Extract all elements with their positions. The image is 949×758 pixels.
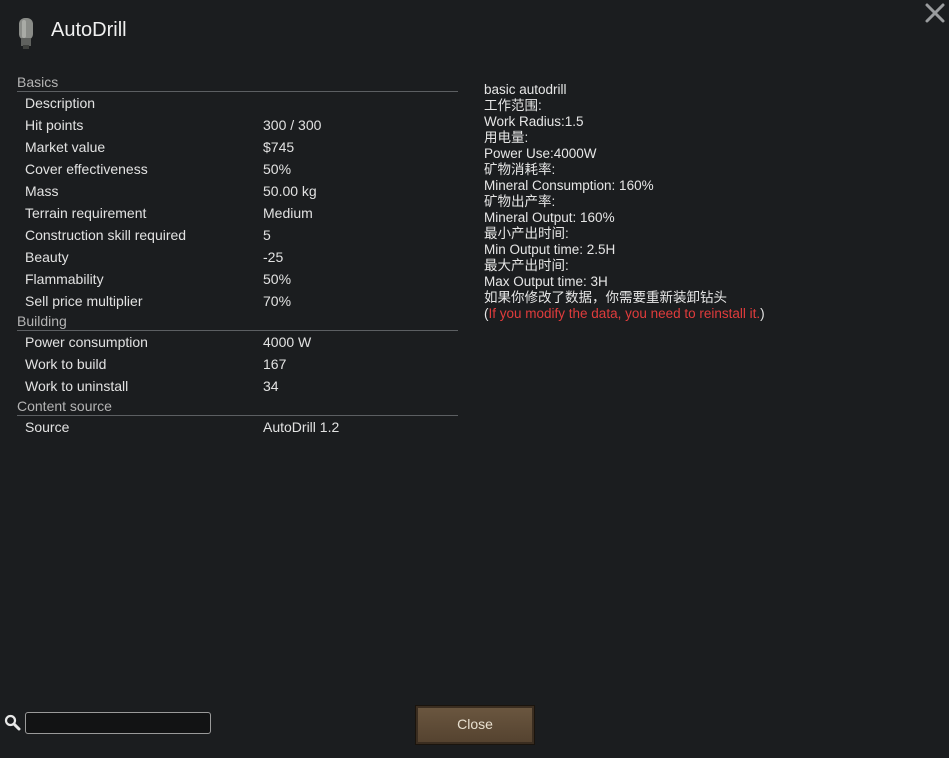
description-line: basic autodrill — [484, 82, 567, 97]
description-line: 如果你修改了数据，你需要重新装卸钻头 — [484, 290, 727, 305]
stat-label: Power consumption — [25, 334, 148, 350]
stat-row[interactable]: Mass 50.00 kg — [17, 180, 458, 202]
stat-value: 5 — [263, 227, 271, 243]
stat-label: Beauty — [25, 249, 69, 265]
stat-value: -25 — [263, 249, 284, 265]
stat-row[interactable]: Beauty -25 — [17, 246, 458, 268]
description-line: 工作范围: — [484, 98, 542, 113]
stat-row[interactable]: Work to build 167 — [17, 353, 458, 375]
description-line: 最大产出时间: — [484, 258, 569, 273]
search-input[interactable] — [25, 712, 211, 734]
stat-label: Flammability — [25, 271, 104, 287]
description-panel: basic autodrill 工作范围: Work Radius:1.5 用电… — [484, 82, 924, 322]
section-content-source: Content source Source AutoDrill 1.2 — [17, 397, 458, 438]
description-line: Work Radius:1.5 — [484, 114, 584, 129]
stat-row[interactable]: Cover effectiveness 50% — [17, 158, 458, 180]
stat-label: Cover effectiveness — [25, 161, 148, 177]
description-line: Mineral Output: 160% — [484, 210, 615, 225]
stat-label: Description — [25, 95, 96, 111]
stat-value: 50.00 kg — [263, 183, 317, 199]
info-card-window: AutoDrill Basics Description Hit points 3… — [0, 0, 949, 758]
stat-label: Construction skill required — [25, 227, 187, 243]
stat-row[interactable]: Terrain requirement Medium — [17, 202, 458, 224]
magnifier-icon — [4, 714, 21, 731]
warning-close-paren: ) — [760, 306, 765, 321]
close-x-icon[interactable] — [924, 2, 946, 24]
description-line: Min Output time: 2.5H — [484, 242, 616, 257]
section-header: Building — [17, 312, 458, 331]
stats-panel: Basics Description Hit points 300 / 300 M… — [17, 73, 458, 438]
stat-row[interactable]: Source AutoDrill 1.2 — [17, 416, 458, 438]
description-line: 矿物出产率: — [484, 194, 556, 209]
description-line: Max Output time: 3H — [484, 274, 608, 289]
stat-label: Work to build — [25, 356, 107, 372]
section-basics: Basics Description Hit points 300 / 300 M… — [17, 73, 458, 312]
section-building: Building Power consumption 4000 W Work to… — [17, 312, 458, 397]
description-line: Power Use:4000W — [484, 146, 597, 161]
stat-label: Work to uninstall — [25, 378, 129, 394]
stat-row[interactable]: Description — [17, 92, 458, 114]
stat-row[interactable]: Hit points 300 / 300 — [17, 114, 458, 136]
stat-row[interactable]: Power consumption 4000 W — [17, 331, 458, 353]
warning-text: If you modify the data, you need to rein… — [488, 306, 761, 321]
stat-value: 70% — [263, 293, 292, 309]
stat-value: $745 — [263, 139, 295, 155]
stat-label: Sell price multiplier — [25, 293, 143, 309]
description-line: 最小产出时间: — [484, 226, 569, 241]
description-line: 矿物消耗率: — [484, 162, 556, 177]
stat-value: 300 / 300 — [263, 117, 322, 133]
stat-value: 50% — [263, 271, 292, 287]
warning-line: (If you modify the data, you need to rei… — [484, 306, 924, 322]
window-title: AutoDrill — [51, 19, 127, 41]
stat-label: Hit points — [25, 117, 84, 133]
section-header: Basics — [17, 73, 458, 92]
description-line: 用电量: — [484, 130, 529, 145]
stat-value: Medium — [263, 205, 313, 221]
stat-label: Market value — [25, 139, 106, 155]
stat-row[interactable]: Sell price multiplier 70% — [17, 290, 458, 312]
stat-value: 4000 W — [263, 334, 312, 350]
stat-value: 34 — [263, 378, 279, 394]
section-header: Content source — [17, 397, 458, 416]
stat-label: Terrain requirement — [25, 205, 147, 221]
stat-value: AutoDrill 1.2 — [263, 419, 340, 435]
close-button[interactable]: Close — [415, 705, 535, 745]
stat-row[interactable]: Construction skill required 5 — [17, 224, 458, 246]
stat-label: Mass — [25, 183, 59, 199]
stat-label: Source — [25, 419, 70, 435]
drill-head-icon — [19, 18, 33, 49]
stat-row[interactable]: Flammability 50% — [17, 268, 458, 290]
stat-row[interactable]: Work to uninstall 34 — [17, 375, 458, 397]
stat-value: 167 — [263, 356, 287, 372]
stat-row[interactable]: Market value $745 — [17, 136, 458, 158]
description-line: Mineral Consumption: 160% — [484, 178, 654, 193]
stat-value: 50% — [263, 161, 292, 177]
